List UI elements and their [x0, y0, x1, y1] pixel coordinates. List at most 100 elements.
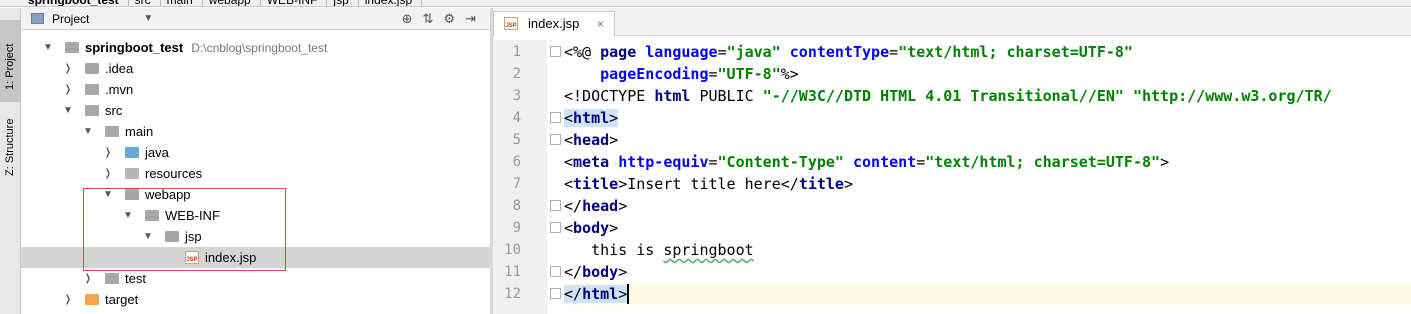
code-token: > [609, 219, 619, 237]
code-line[interactable]: pageEncoding="UTF-8"%> [564, 63, 1411, 85]
code-line[interactable]: <head> [564, 129, 1411, 151]
code-token: = [916, 153, 926, 171]
code-token: < [564, 109, 574, 127]
code-token: title [798, 175, 844, 193]
chevron-right-icon[interactable]: ❯ [105, 142, 112, 163]
chevron-right-icon[interactable]: ❯ [85, 268, 92, 289]
code-token: head [582, 197, 619, 215]
project-view-title[interactable]: Project [52, 12, 89, 26]
tree-row[interactable]: ▼ webapp [21, 184, 490, 205]
code-line[interactable]: </body> [564, 261, 1411, 283]
code-token: < [564, 219, 574, 237]
code-line[interactable]: <body> [564, 217, 1411, 239]
code-line[interactable]: <meta http-equiv="Content-Type" content=… [564, 151, 1411, 173]
tree-row[interactable]: ▼ src [21, 100, 490, 121]
jsp-file-icon: JSP [185, 251, 199, 264]
code-token: </ [564, 285, 583, 303]
code-line[interactable]: <title>Insert title here</title> [564, 173, 1411, 195]
project-tool-tab[interactable]: 1: Project [0, 20, 21, 102]
code-token: > [609, 131, 619, 149]
chevron-right-icon[interactable]: ❯ [105, 163, 112, 184]
code-token: body [573, 219, 610, 237]
tree-row[interactable]: ▼ springboot_test D:\cnblog\springboot_tes… [21, 37, 490, 58]
structure-tool-tab[interactable]: Z: Structure [0, 110, 21, 196]
chevron-down-icon[interactable]: ▼ [103, 184, 113, 205]
code-token: = [708, 153, 718, 171]
chevron-down-icon[interactable]: ▼ [43, 37, 53, 58]
fold-marker-icon[interactable] [550, 134, 561, 145]
folder-icon [85, 84, 99, 95]
tree-row[interactable]: ❯ java [21, 142, 490, 163]
fold-marker-icon[interactable] [550, 112, 561, 123]
excluded-folder-icon [85, 294, 99, 305]
breadcrumb-item[interactable]: webapp [197, 0, 261, 6]
tree-item-label: java [145, 145, 169, 160]
structure-tool-tab-label: Z: Structure [4, 118, 16, 176]
line-number: 3 [512, 88, 521, 104]
breadcrumb-item[interactable]: src [123, 0, 161, 6]
hide-icon[interactable]: ⇥ [465, 11, 476, 27]
folder-icon [165, 231, 179, 242]
target-icon[interactable]: ⊕ [402, 11, 413, 27]
chevron-right-icon[interactable]: ❯ [65, 79, 72, 100]
collapse-all-icon[interactable]: ⇅ [423, 11, 434, 27]
text-caret [627, 284, 629, 304]
editor-tab-bar: JSP index.jsp × [493, 8, 1411, 36]
navigation-breadcrumb: springboot_test src main webapp WEB-INF jsp in… [0, 0, 1411, 7]
code-token: springboot [663, 241, 754, 259]
chevron-right-icon[interactable]: ❯ [65, 289, 72, 310]
tree-row[interactable]: ▼ jsp [21, 226, 490, 247]
gear-icon[interactable]: ⚙ [443, 11, 455, 27]
tree-row[interactable]: ❯ .idea [21, 58, 490, 79]
fold-marker-icon[interactable] [550, 200, 561, 211]
tree-row[interactable]: ❯ target [21, 289, 490, 310]
code-line[interactable]: this is springboot [564, 239, 1411, 261]
code-token: <%@ [564, 43, 601, 61]
breadcrumb-item[interactable]: jsp [321, 0, 360, 6]
breadcrumb-item[interactable]: WEB-INF [255, 0, 328, 6]
tree-row[interactable]: ▼ WEB-INF [21, 205, 490, 226]
breadcrumb-item[interactable]: index.jsp [353, 0, 423, 6]
editor-tab-index-jsp[interactable]: JSP index.jsp × [493, 11, 615, 36]
fold-marker-icon[interactable] [550, 46, 561, 57]
code-editor[interactable]: <%@ page language="java" contentType="te… [564, 40, 1411, 314]
chevron-down-icon[interactable]: ▼ [143, 13, 153, 24]
code-line[interactable]: <html> [564, 107, 1411, 129]
fold-marker-icon[interactable] [550, 222, 561, 233]
breadcrumb-item[interactable]: main [155, 0, 203, 6]
code-line[interactable]: <!DOCTYPE html PUBLIC "-//W3C//DTD HTML … [564, 85, 1411, 107]
line-number: 12 [504, 286, 521, 302]
tree-row[interactable]: ❯ test [21, 268, 490, 289]
code-token: < [564, 153, 574, 171]
code-line[interactable]: </head> [564, 195, 1411, 217]
tree-row[interactable]: ▼ main [21, 121, 490, 142]
chevron-down-icon[interactable]: ▼ [83, 121, 93, 142]
tree-row[interactable]: ❯ resources [21, 163, 490, 184]
code-token: "text/html; charset=UTF-8" [925, 153, 1161, 171]
chevron-down-icon[interactable]: ▼ [123, 205, 133, 226]
chevron-right-icon[interactable]: ❯ [65, 58, 72, 79]
code-token: "-//W3C//DTD HTML 4.01 Transitional//EN"… [762, 87, 1332, 105]
close-icon[interactable]: × [597, 17, 604, 31]
code-token: </ [564, 197, 583, 215]
fold-marker-icon[interactable] [550, 266, 561, 277]
module-icon [65, 42, 79, 53]
code-line[interactable]: <%@ page language="java" contentType="te… [564, 41, 1411, 63]
code-token: < [564, 131, 574, 149]
code-line[interactable]: </html> [564, 283, 1411, 305]
chevron-down-icon[interactable]: ▼ [63, 100, 73, 121]
line-number: 6 [512, 154, 521, 170]
code-token: = [708, 65, 718, 83]
tree-row[interactable]: ❯ .mvn [21, 79, 490, 100]
code-token: = [717, 43, 727, 61]
tree-item-label: test [125, 271, 146, 286]
breadcrumb-item[interactable]: springboot_test [0, 0, 129, 6]
chevron-down-icon[interactable]: ▼ [143, 226, 153, 247]
code-token: content [853, 153, 917, 171]
tree-row[interactable]: JSP index.jsp [21, 247, 490, 268]
code-token: = [889, 43, 899, 61]
fold-marker-icon[interactable] [550, 288, 561, 299]
line-number: 9 [512, 220, 521, 236]
tree-item-label: main [125, 124, 154, 139]
